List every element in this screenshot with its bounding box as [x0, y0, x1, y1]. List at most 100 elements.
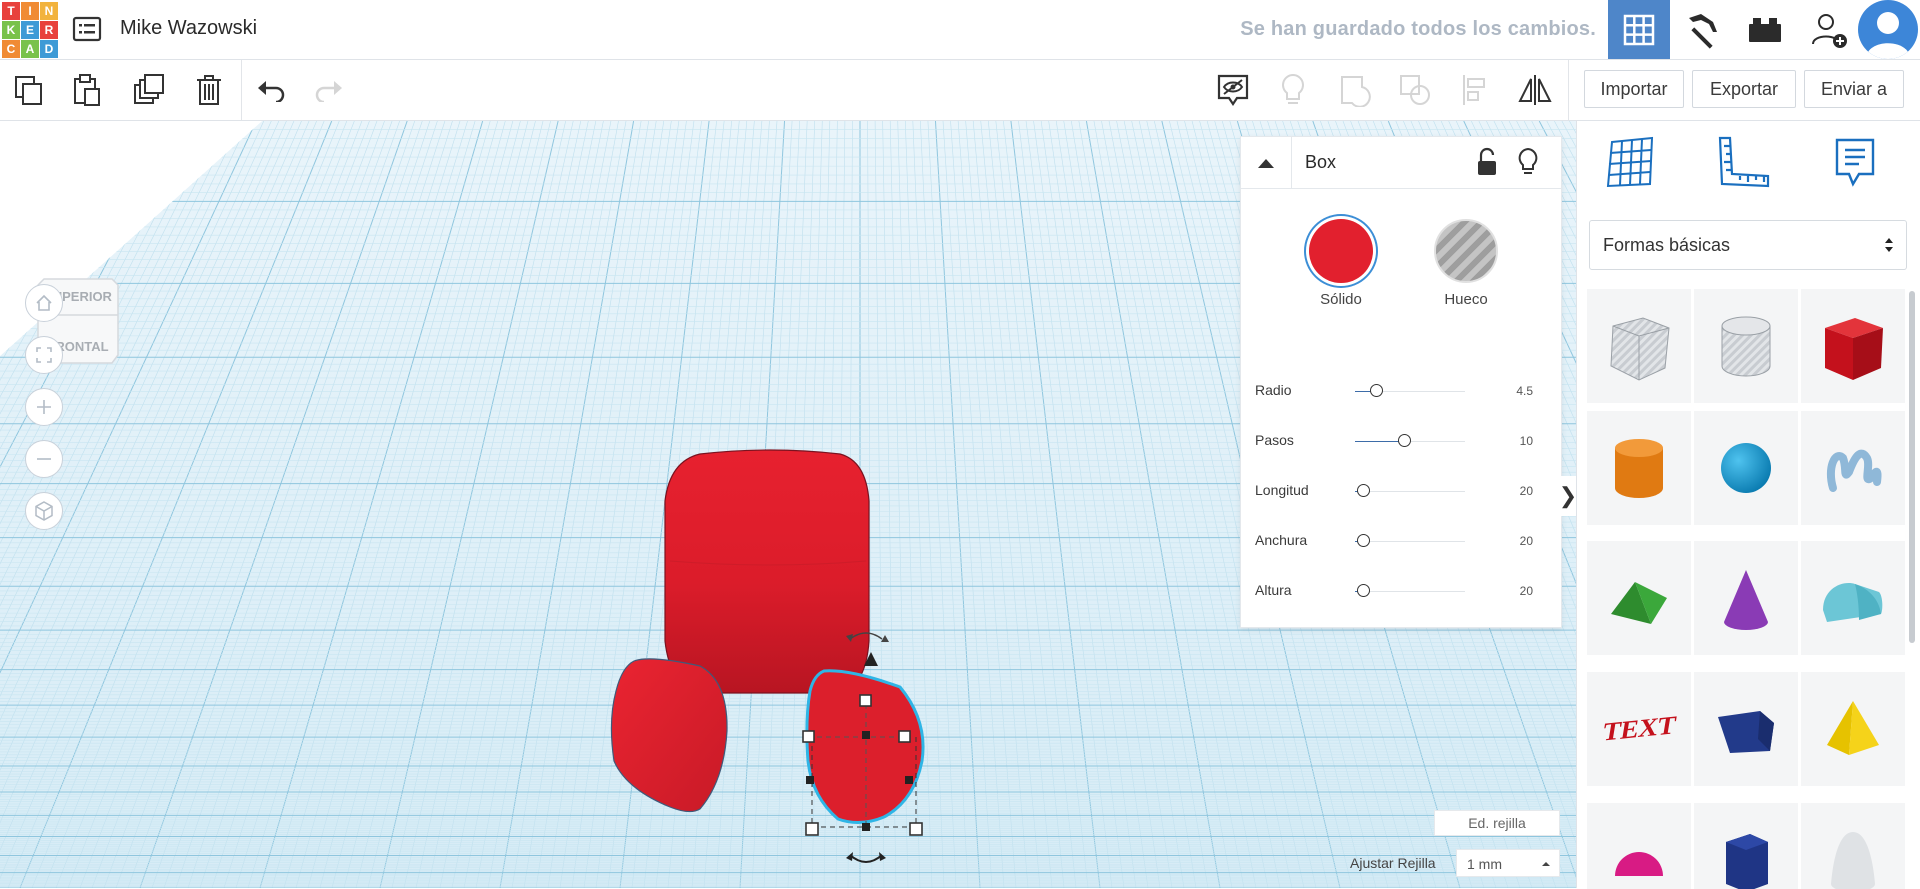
cone-icon	[1724, 570, 1768, 630]
logo-letter: R	[40, 21, 58, 39]
edit-toolbar: Importar Exportar Enviar a	[0, 60, 1920, 121]
prop-slider-knob[interactable]	[1370, 384, 1383, 397]
prop-slider[interactable]	[1355, 384, 1465, 397]
save-status: Se han guardado todos los cambios.	[1240, 18, 1596, 40]
send-to-button[interactable]: Enviar a	[1804, 70, 1904, 108]
perspective-icon[interactable]	[25, 492, 63, 530]
unlock-icon[interactable]	[1473, 147, 1501, 177]
logo-letter: K	[2, 21, 20, 39]
shape-tile[interactable]	[1694, 803, 1798, 889]
delete-icon[interactable]	[190, 71, 228, 109]
snap-grid-select[interactable]: 1 mm	[1456, 849, 1560, 877]
select-arrows-icon	[1885, 238, 1893, 252]
ungroup-icon[interactable]	[1396, 71, 1434, 109]
prop-slider-knob[interactable]	[1356, 484, 1370, 497]
polygon-icon	[1726, 834, 1768, 889]
redo-icon[interactable]	[310, 71, 348, 109]
edit-grid-button[interactable]: Ed. rejilla	[1434, 810, 1560, 836]
zoom-out-icon[interactable]	[25, 440, 63, 478]
shape-tile[interactable]	[1587, 411, 1691, 525]
shape-tile[interactable]	[1801, 541, 1905, 655]
hole-button[interactable]	[1434, 219, 1498, 283]
lightbulb-icon[interactable]	[1274, 71, 1312, 109]
prop-slider[interactable]	[1355, 584, 1465, 597]
lightbulb-icon[interactable]	[1515, 147, 1541, 177]
notes-icon[interactable]	[1823, 133, 1887, 193]
top-bar: T I N K E R C A D Mike Wazowski Se han g…	[0, 0, 1920, 60]
avatar[interactable]	[1858, 0, 1918, 59]
logo-letter: I	[21, 2, 39, 20]
import-button[interactable]: Importar	[1584, 70, 1684, 108]
prop-value[interactable]: 10	[1520, 434, 1533, 448]
add-user-icon[interactable]	[1798, 0, 1860, 59]
fit-view-icon[interactable]	[25, 336, 63, 374]
rounded-box-large[interactable]	[664, 449, 870, 694]
prop-slider-knob[interactable]	[1356, 584, 1370, 597]
bricks-icon[interactable]	[1734, 0, 1796, 59]
undo-icon[interactable]	[252, 71, 290, 109]
prop-value[interactable]: 20	[1520, 534, 1533, 548]
inspector-title[interactable]: Box	[1305, 152, 1336, 173]
pickaxe-icon[interactable]	[1672, 0, 1734, 59]
solid-label: Sólido	[1320, 291, 1362, 308]
prop-label: Altura	[1255, 582, 1292, 598]
copy-icon[interactable]	[10, 71, 48, 109]
workplane-icon[interactable]	[1599, 133, 1663, 193]
shape-tile[interactable]	[1694, 289, 1798, 403]
collapse-arrow-icon[interactable]	[1241, 137, 1292, 188]
group-icon[interactable]	[1336, 71, 1374, 109]
ruler-icon[interactable]	[1711, 133, 1775, 193]
prop-value[interactable]: 4.5	[1516, 384, 1533, 398]
shape-tile[interactable]	[1587, 541, 1691, 655]
tinkercad-logo[interactable]: T I N K E R C A D	[2, 2, 58, 58]
prop-slider-knob[interactable]	[1397, 434, 1411, 447]
prop-slider[interactable]	[1355, 534, 1465, 547]
shape-tile[interactable]	[1801, 803, 1905, 889]
shapes-grid: TEXT	[1587, 289, 1905, 889]
prop-slider[interactable]	[1355, 484, 1465, 497]
shape-tile[interactable]	[1694, 411, 1798, 525]
mirror-icon[interactable]	[1516, 71, 1554, 109]
half-sphere-icon	[1615, 852, 1663, 876]
shapes-scrollbar[interactable]	[1909, 291, 1915, 643]
prop-slider[interactable]	[1355, 434, 1465, 447]
solid-color-button[interactable]	[1309, 219, 1373, 283]
hole-label: Hueco	[1444, 291, 1488, 308]
logo-letter: N	[40, 2, 58, 20]
shape-tile[interactable]	[1587, 803, 1691, 889]
hide-notes-icon[interactable]	[1214, 71, 1252, 109]
shape-tile[interactable]	[1801, 411, 1905, 525]
shape-inspector: Box Sólido Hueco Radio 4.5 Pasos 10 Long…	[1240, 136, 1562, 628]
home-view-icon[interactable]	[25, 284, 63, 322]
toolbar-divider	[1568, 60, 1569, 120]
shape-tile[interactable]	[1694, 541, 1798, 655]
grid-view-icon[interactable]	[1608, 0, 1670, 59]
align-icon[interactable]	[1456, 71, 1494, 109]
design-list-icon[interactable]	[72, 15, 102, 43]
text-icon: TEXT	[1600, 710, 1678, 747]
export-button[interactable]: Exportar	[1692, 70, 1796, 108]
shape-tile[interactable]: TEXT	[1587, 672, 1691, 786]
design-title[interactable]: Mike Wazowski	[120, 17, 257, 40]
prop-label: Anchura	[1255, 532, 1308, 548]
shape-tile[interactable]	[1587, 289, 1691, 403]
panel-toggle-chevron-icon[interactable]: ❯	[1559, 476, 1577, 516]
shape-tile[interactable]	[1694, 672, 1798, 786]
shape-category-select[interactable]: Formas básicas	[1589, 220, 1907, 270]
prop-value[interactable]: 20	[1520, 584, 1533, 598]
cylinder-hole-icon	[1721, 316, 1771, 377]
logo-letter: A	[21, 40, 39, 58]
toolbar-divider	[241, 60, 242, 120]
logo-letter: T	[2, 2, 20, 20]
shape-tile[interactable]	[1801, 289, 1905, 403]
duplicate-icon[interactable]	[130, 71, 168, 109]
inspector-header: Box	[1241, 137, 1561, 189]
zoom-in-icon[interactable]	[25, 388, 63, 426]
prop-slider-knob[interactable]	[1356, 534, 1370, 547]
sphere-icon	[1721, 443, 1771, 493]
scribble-icon	[1826, 449, 1882, 492]
wedge-icon	[1718, 711, 1774, 753]
paste-icon[interactable]	[68, 71, 106, 109]
shape-tile[interactable]	[1801, 672, 1905, 786]
prop-value[interactable]: 20	[1520, 484, 1533, 498]
